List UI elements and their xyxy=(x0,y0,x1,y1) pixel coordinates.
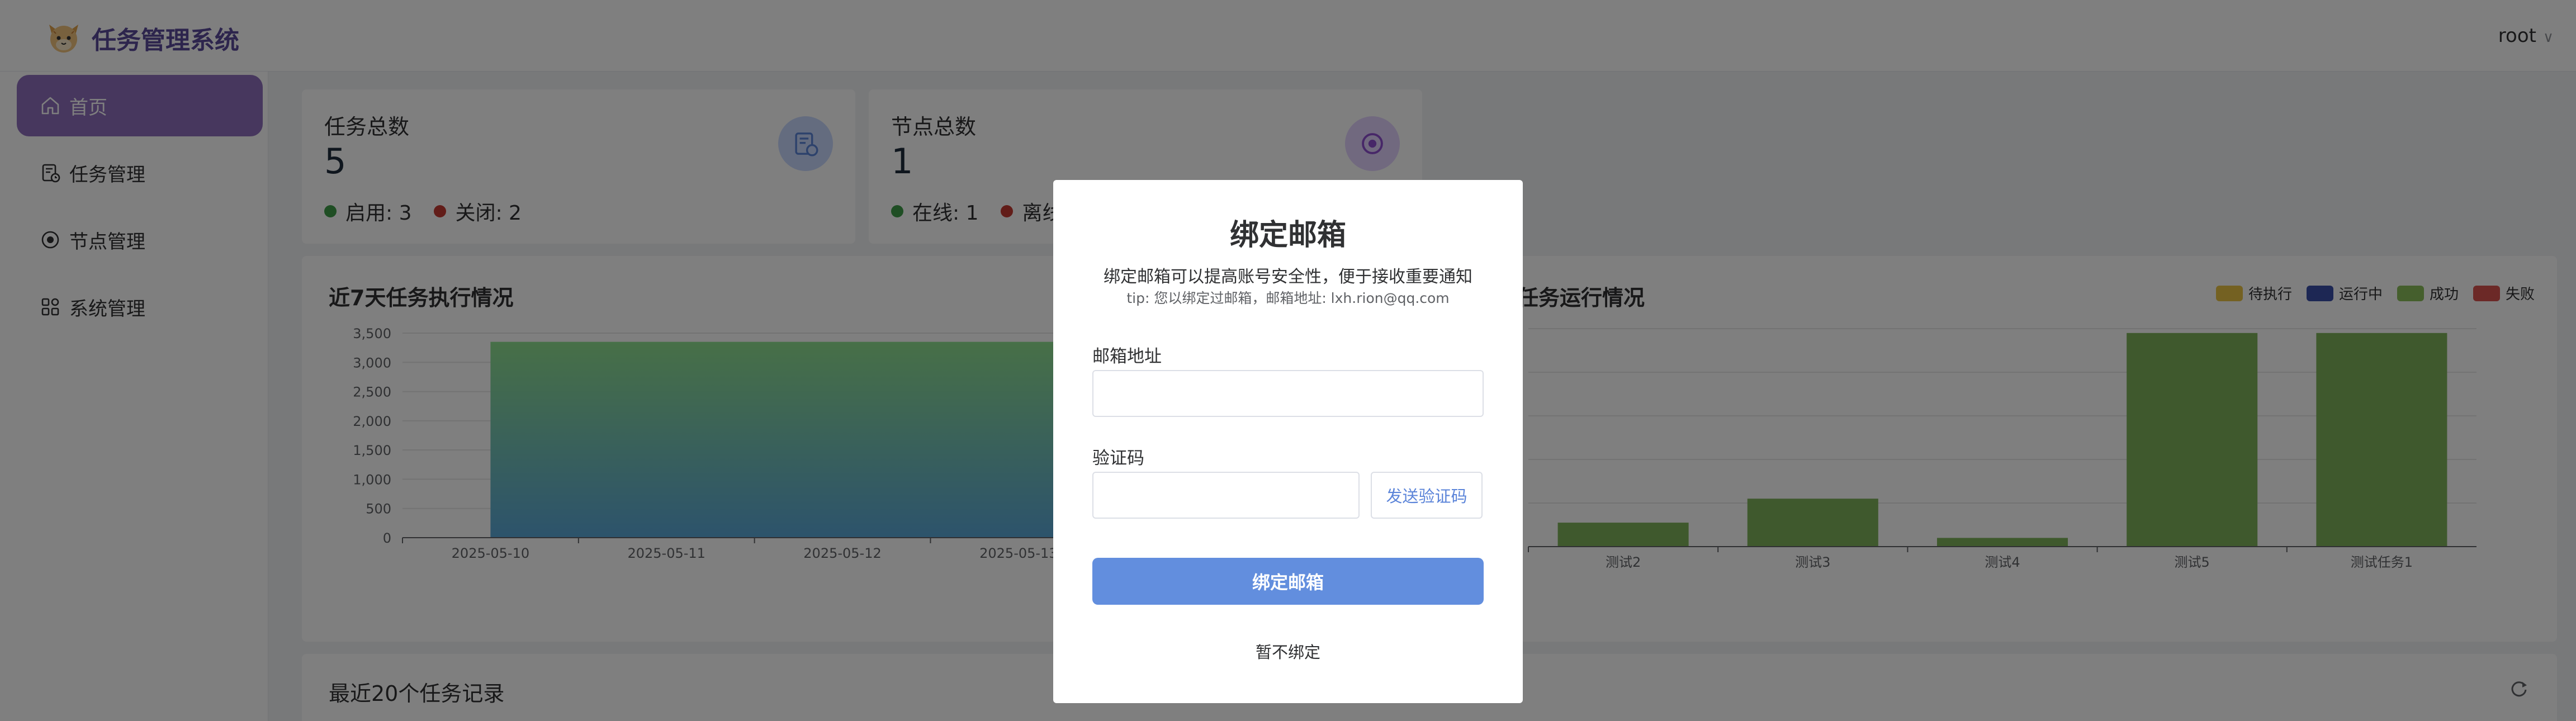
email-input[interactable] xyxy=(1092,370,1484,417)
bind-email-dialog: 绑定邮箱 绑定邮箱可以提高账号安全性，便于接收重要通知 tip: 您以绑定过邮箱… xyxy=(1053,180,1523,703)
bind-email-button[interactable]: 绑定邮箱 xyxy=(1092,558,1484,605)
verification-code-input[interactable] xyxy=(1092,472,1360,519)
send-code-button[interactable]: 发送验证码 xyxy=(1371,472,1483,519)
dialog-tip: tip: 您以绑定过邮箱，邮箱地址: lxh.rion@qq.com xyxy=(1126,290,1450,306)
skip-binding-link[interactable]: 暂不绑定 xyxy=(1053,639,1523,663)
email-label: 邮箱地址 xyxy=(1092,347,1162,367)
dialog-title: 绑定邮箱 xyxy=(1229,219,1346,252)
code-label: 验证码 xyxy=(1092,448,1144,468)
dialog-description: 绑定邮箱可以提高账号安全性，便于接收重要通知 xyxy=(1104,267,1472,287)
